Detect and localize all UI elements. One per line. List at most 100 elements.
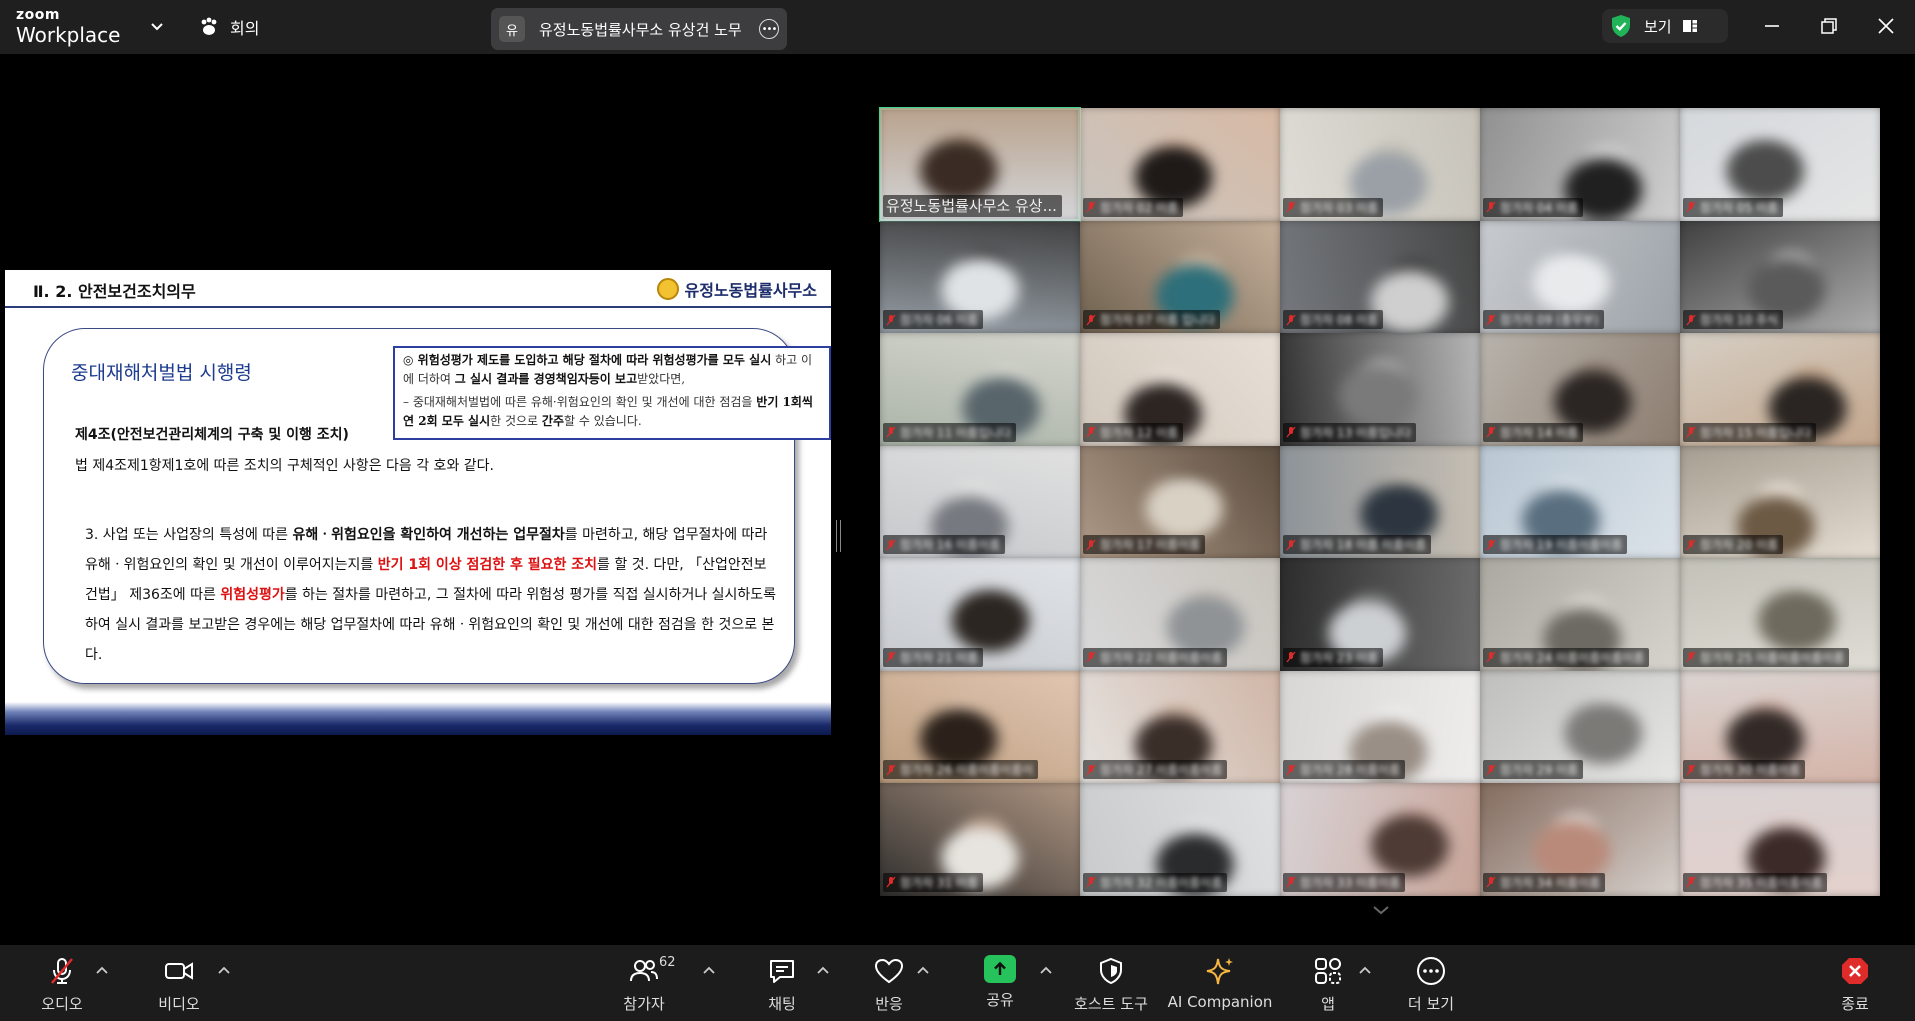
article-title: 제4조(안전보건관리체계의 구축 및 이행 조치) [75, 427, 349, 443]
participant-tile[interactable]: 참가자 10 주식 [1680, 220, 1880, 333]
mic-muted-icon [1086, 764, 1096, 775]
participant-tile[interactable]: 참가자 06 이름 [880, 220, 1080, 333]
more-options-icon[interactable]: ••• [759, 19, 779, 39]
participant-name: 참가자 19 이름이름이름 [1500, 538, 1623, 552]
participant-tile[interactable]: 참가자 08 이름 [1280, 220, 1480, 333]
participant-tile[interactable]: 참가자 02 이름 [1080, 108, 1280, 221]
participant-name-label: 참가자 28 이름이름 [1283, 760, 1406, 779]
chevron-up-icon[interactable] [702, 965, 716, 975]
participant-name-label: 참가자 20 이름 [1683, 535, 1784, 554]
chevron-up-icon[interactable] [95, 965, 109, 975]
restore-icon[interactable] [1817, 14, 1841, 38]
participant-tile[interactable]: 참가자 21 이름 [880, 558, 1080, 671]
law-title: 중대재해처벌법 시행령 [71, 362, 252, 384]
host-avatar-badge: 유 [499, 16, 525, 42]
participant-tile[interactable]: 참가자 07 이름 입니다 [1080, 220, 1280, 333]
article-description: 법 제4조제1항제1호에 따른 조치의 구체적인 사항은 다음 각 호와 같다. [75, 458, 494, 474]
mic-muted-icon [1286, 314, 1296, 325]
participant-tile[interactable]: 참가자 09 (총무부) [1480, 220, 1680, 333]
meeting-menu[interactable]: 회의 [198, 14, 259, 40]
shared-screen-slide: Ⅱ. 2. 안전보건조치의무 유정노동법률사무소 중대재해처벌법 시행령 제4조… [5, 270, 831, 735]
chevron-up-icon[interactable] [1358, 965, 1372, 975]
clause-highlight: 위험성평가 [220, 587, 285, 603]
video-button[interactable]: 비디오 [134, 955, 224, 1014]
mic-muted-icon [886, 539, 896, 550]
participant-tile[interactable]: 참가자 27 이름이름이름 [1080, 670, 1280, 783]
participant-name-label: 참가자 30 이름이름 [1683, 760, 1806, 779]
participant-name: 참가자 29 이름 [1500, 763, 1579, 777]
mic-muted-icon [1286, 539, 1296, 550]
participant-tile[interactable]: 참가자 20 이름 [1680, 445, 1880, 558]
meeting-title-pill[interactable]: 유 유정노동법률사무소 유상건 노무 ••• [491, 8, 787, 50]
mic-muted-icon [1686, 426, 1696, 438]
participant-name-label: 참가자 09 (총무부) [1483, 310, 1604, 329]
meeting-toolbar: 오디오 비디오 62 참가자 채팅 반응 공유 호스트 도구 AI Compan… [0, 945, 1915, 1021]
participant-name-label: 참가자 32 이름이름이름 [1083, 872, 1228, 892]
callout-bold: ◎ 위험성평가 제도를 도입하고 해당 절차에 따라 위험성평가를 모두 실시 [403, 353, 772, 367]
participant-tile[interactable]: 참가자 05 이름 [1680, 108, 1880, 221]
mic-muted-icon [1286, 764, 1296, 775]
meeting-menu-label: 회의 [230, 19, 260, 38]
chevron-up-icon[interactable] [916, 965, 930, 975]
mic-muted-icon [1686, 314, 1696, 325]
participant-name-label: 참가자 21 이름 [883, 647, 984, 667]
chat-button[interactable]: 채팅 [737, 955, 827, 1014]
participant-tile[interactable]: 참가자 03 이름 [1280, 108, 1480, 221]
more-button[interactable]: 더 보기 [1386, 955, 1476, 1014]
active-speaker-tile[interactable]: 유정노동법률사무소 유상... [879, 107, 1081, 222]
participant-tile[interactable]: 참가자 32 이름이름이름 [1080, 783, 1280, 896]
participants-button[interactable]: 62 참가자 [599, 955, 689, 1014]
participant-tile[interactable]: 참가자 18 이름 이름이름 [1280, 445, 1480, 558]
share-button[interactable]: 공유 [955, 955, 1045, 1010]
ai-companion-button[interactable]: AI Companion [1168, 955, 1272, 1011]
participant-name: 참가자 09 (총무부) [1500, 313, 1599, 327]
participant-tile[interactable]: 참가자 30 이름이름 [1680, 670, 1880, 783]
chevron-up-icon[interactable] [1039, 965, 1053, 975]
participant-tile[interactable]: 참가자 16 이름이름 [880, 445, 1080, 558]
apps-button[interactable]: 앱 [1283, 955, 1373, 1014]
participant-tile[interactable]: 참가자 26 이름이름이름이 [880, 670, 1080, 783]
participant-tile[interactable]: 참가자 34 이름이름 [1480, 783, 1680, 896]
participant-tile[interactable]: 참가자 15 이름입니다 [1680, 333, 1880, 446]
participant-tile[interactable]: 참가자 35 이름이름이름 [1680, 783, 1880, 896]
participant-tile[interactable]: 참가자 31 이름 [880, 783, 1080, 896]
participant-name-label: 참가자 02 이름 [1083, 197, 1184, 217]
mic-muted-icon [1286, 201, 1296, 213]
split-resize-handle[interactable] [836, 520, 841, 552]
chevron-down-icon[interactable] [1370, 902, 1392, 918]
end-meeting-button[interactable]: 종료 [1810, 955, 1900, 1014]
participant-name-label: 참가자 34 이름이름 [1483, 872, 1606, 892]
participant-tile[interactable]: 참가자 24 이름이름이름이름 [1480, 558, 1680, 671]
participant-tile[interactable]: 참가자 23 이름 [1280, 558, 1480, 671]
minimize-icon[interactable] [1760, 14, 1784, 38]
participant-name: 참가자 34 이름이름 [1500, 875, 1601, 890]
participant-tile[interactable]: 참가자 11 이름입니다 [880, 333, 1080, 446]
participant-tile[interactable]: 참가자 29 이름 [1480, 670, 1680, 783]
participant-name-label: 참가자 31 이름 [883, 872, 984, 892]
paw-icon [201, 17, 217, 35]
participant-name: 참가자 17 이름이름 [1100, 538, 1201, 552]
participant-tile[interactable]: 참가자 19 이름이름이름 [1480, 445, 1680, 558]
audio-button[interactable]: 오디오 [17, 955, 107, 1014]
view-button[interactable]: 보기 [1602, 9, 1728, 43]
participant-tile[interactable]: 참가자 17 이름이름 [1080, 445, 1280, 558]
chevron-up-icon[interactable] [217, 965, 231, 975]
participant-tile[interactable]: 참가자 12 이름 [1080, 333, 1280, 446]
participant-tile[interactable]: 참가자 04 이름 [1480, 108, 1680, 221]
participant-name-label: 참가자 14 이름 [1483, 422, 1584, 442]
host-tools-button[interactable]: 호스트 도구 [1066, 955, 1156, 1014]
chevron-up-icon[interactable] [816, 965, 830, 975]
participant-tile[interactable]: 참가자 28 이름이름 [1280, 670, 1480, 783]
participant-tile[interactable]: 참가자 22 이름이름이름 [1080, 558, 1280, 671]
chevron-down-icon[interactable] [148, 18, 166, 36]
participant-tile[interactable]: 참가자 25 이름이름이름이름 [1680, 558, 1880, 671]
participant-tile[interactable]: 참가자 33 이름이름 [1280, 783, 1480, 896]
participant-tile[interactable]: 참가자 14 이름 [1480, 333, 1680, 446]
reactions-button[interactable]: 반응 [844, 955, 934, 1014]
participant-name: 참가자 16 이름이름 [900, 538, 1001, 552]
participant-tile[interactable]: 참가자 13 이름입니다 [1280, 333, 1480, 446]
mic-muted-icon [1486, 651, 1496, 663]
close-icon[interactable] [1874, 14, 1898, 38]
participant-name: 참가자 07 이름 입니다 [1100, 313, 1216, 327]
participant-name: 참가자 33 이름이름 [1300, 875, 1401, 890]
